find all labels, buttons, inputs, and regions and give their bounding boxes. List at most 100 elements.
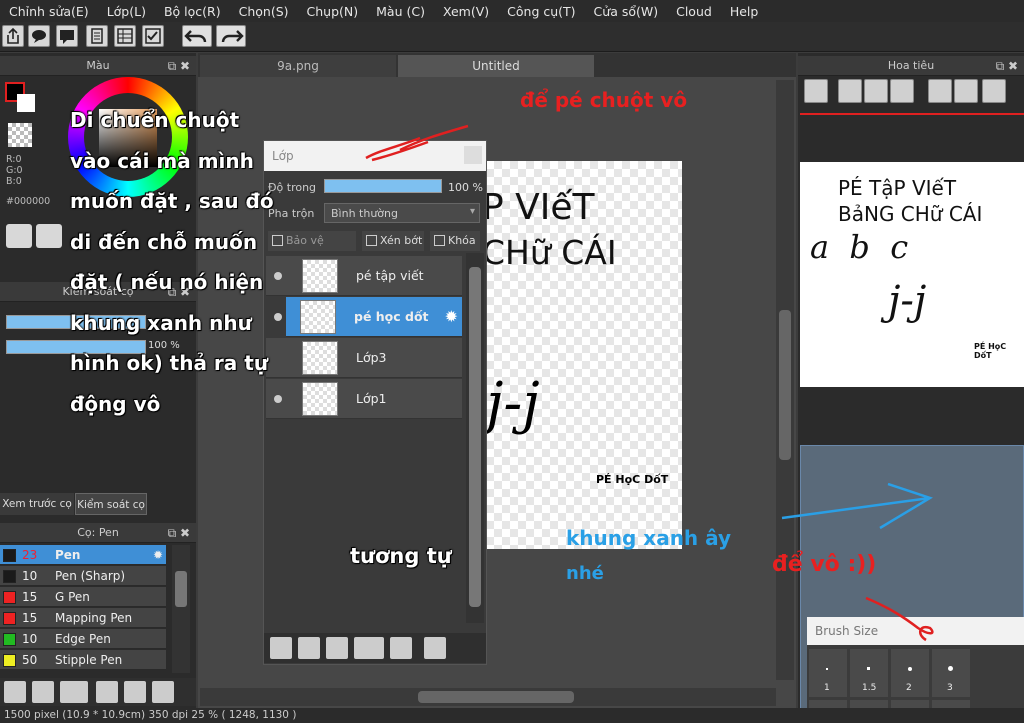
menu-tools[interactable]: Công cụ(T) [498, 4, 584, 19]
tab-9a-png[interactable]: 9a.png [200, 55, 396, 77]
brush-item[interactable]: 23 Pen ✹ [0, 545, 166, 565]
duplicate-icon[interactable] [152, 681, 174, 703]
layer-thumbnail [302, 259, 338, 293]
menu-window[interactable]: Cửa sổ(W) [585, 4, 668, 19]
menu-cloud[interactable]: Cloud [667, 4, 721, 19]
duplicate-layer-icon[interactable] [424, 637, 446, 659]
zoom-out-icon[interactable] [890, 79, 914, 103]
comment-icon[interactable] [28, 25, 50, 47]
color-picker-icon[interactable] [36, 224, 62, 248]
brush-item[interactable]: 50 Stipple Pen [0, 650, 166, 670]
instruction-line: khung xanh như [70, 310, 252, 335]
brush-item[interactable]: 15 G Pen [0, 587, 166, 607]
menu-color[interactable]: Màu (C) [367, 4, 434, 19]
brush-add-icon[interactable] [4, 681, 26, 703]
redo-icon[interactable] [216, 25, 246, 47]
folder-icon[interactable] [124, 681, 146, 703]
blue-value: B:0 [6, 176, 22, 187]
close-icon[interactable]: ⧉ ✖ [168, 56, 190, 76]
close-icon[interactable]: ⧉ ✖ [168, 523, 190, 543]
brush-list: 23 Pen ✹ 10 Pen (Sharp) 15 G Pen 15 Mapping P… [0, 545, 196, 675]
menu-select[interactable]: Chọn(S) [230, 4, 298, 19]
brush-size-cell[interactable]: 1 [809, 649, 847, 697]
new-brush-dropdown-icon[interactable] [60, 681, 88, 703]
tab-untitled[interactable]: Untitled [398, 55, 594, 77]
blend-select[interactable]: Bình thường ▾ [324, 203, 480, 223]
layer-list-scrollbar[interactable] [466, 253, 484, 623]
script-icon[interactable] [96, 681, 118, 703]
zoom-in-icon[interactable] [838, 79, 862, 103]
gear-icon[interactable]: ✹ [445, 307, 458, 326]
brush-size-cell[interactable]: 3 [932, 649, 970, 697]
new-layer-8bit-icon[interactable] [298, 637, 320, 659]
menu-view[interactable]: Xem(V) [434, 4, 498, 19]
navigator-view-frame [800, 113, 1024, 115]
layer-panel: Lớp Độ trong 100 % Pha trộn Bình thường … [263, 140, 487, 665]
alpha-protect-checkbox[interactable]: Bảo vệ alpha [268, 231, 356, 267]
layer-toolbar [264, 633, 486, 663]
brush-size: 50 [22, 653, 38, 667]
new-layer-icon[interactable] [270, 637, 292, 659]
new-layer-1bit-icon[interactable] [326, 637, 348, 659]
canvas-text-line1: P VIếT [482, 187, 595, 228]
instruction-line: vào cái mà mình [70, 148, 254, 173]
folder-icon[interactable] [390, 637, 412, 659]
brush-color-swatch [3, 612, 16, 625]
new-file-icon[interactable] [32, 681, 54, 703]
brush-list-scrollbar[interactable] [172, 545, 190, 673]
menu-help[interactable]: Help [721, 4, 768, 19]
layer-row-selected[interactable]: pé học dốt ✹ [286, 297, 462, 337]
reset-view-icon[interactable] [954, 79, 978, 103]
palette-icon[interactable] [6, 224, 32, 248]
tab-brush-control[interactable]: Kiểm soát cọ [75, 493, 147, 515]
transparent-swatch[interactable] [8, 123, 32, 147]
undo-icon[interactable] [182, 25, 212, 47]
chat-icon[interactable] [56, 25, 78, 47]
tab-brush-preview[interactable]: Xem trước cọ [0, 493, 74, 515]
clipping-label: Xén bớt [380, 234, 423, 247]
menu-edit[interactable]: Chỉnh sửa(E) [0, 4, 98, 19]
layer-row[interactable]: Lớp3 [266, 338, 462, 378]
add-layer-dropdown-icon[interactable] [354, 637, 384, 659]
brush-item[interactable]: 10 Pen (Sharp) [0, 566, 166, 586]
close-icon[interactable] [464, 146, 482, 164]
horizontal-scrollbar[interactable] [200, 688, 776, 706]
zoom-fit-icon[interactable] [804, 79, 828, 103]
brush-item[interactable]: 15 Mapping Pen [0, 608, 166, 628]
brush-toolbar [0, 678, 196, 706]
fit-window-icon[interactable] [864, 79, 888, 103]
rotate-right-icon[interactable] [982, 79, 1006, 103]
navigator-preview[interactable]: PÉ TậP VIếT BảNG CHữ CÁI a b c j-j PÉ Họ… [800, 162, 1024, 387]
menu-layer[interactable]: Lớp(L) [98, 4, 155, 19]
lock-checkbox[interactable]: Khóa [430, 231, 480, 251]
background-color-swatch[interactable] [17, 94, 35, 112]
layer-row[interactable]: pé tập viết [266, 256, 462, 296]
visibility-icon[interactable] [274, 313, 282, 321]
instruction-line: động vô [70, 391, 161, 416]
clipping-checkbox[interactable]: Xén bớt [362, 231, 424, 251]
list-icon[interactable] [114, 25, 136, 47]
layer-row[interactable]: Lớp1 [266, 379, 462, 419]
blue-annotation-line: khung xanh ây [566, 526, 732, 550]
document-icon[interactable] [86, 25, 108, 47]
nav-abc: a b c [810, 228, 909, 266]
gear-icon[interactable]: ✹ [153, 545, 163, 565]
share-icon[interactable] [2, 25, 24, 47]
visibility-icon[interactable] [274, 395, 282, 403]
brush-size-value: 1.5 [862, 683, 877, 693]
vertical-scrollbar[interactable] [776, 80, 794, 680]
brush-size: 10 [22, 569, 38, 583]
canvas-paper[interactable]: P VIếT CHữ CÁI j-j PÉ HọC DốT [482, 161, 682, 549]
brush-size-cell[interactable]: 1.5 [850, 649, 888, 697]
close-icon[interactable]: ⧉ ✖ [996, 56, 1018, 76]
red-value: R:0 [6, 154, 22, 165]
brush-item[interactable]: 10 Edge Pen [0, 629, 166, 649]
checklist-icon[interactable] [142, 25, 164, 47]
menu-filter[interactable]: Bộ lọc(R) [155, 4, 230, 19]
rotate-left-icon[interactable] [928, 79, 952, 103]
visibility-icon[interactable] [274, 272, 282, 280]
brush-size-cell[interactable]: 2 [891, 649, 929, 697]
brush-name: Pen (Sharp) [55, 569, 126, 583]
opacity-slider[interactable] [324, 179, 442, 193]
menu-snap[interactable]: Chụp(N) [298, 4, 368, 19]
